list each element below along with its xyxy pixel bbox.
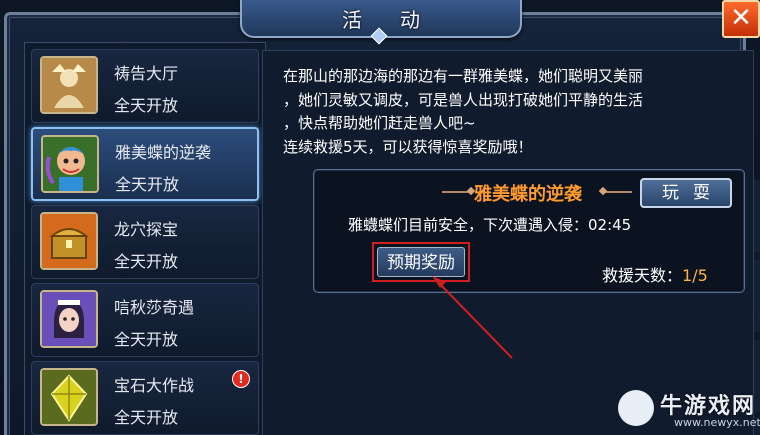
item-status: 全天开放 (114, 252, 179, 271)
notification-badge-icon: ! (232, 370, 250, 388)
event-title-group: 雅美蝶的逆袭 (442, 180, 632, 205)
activity-window: 活动 ✕ 祷告大厅 全天开放 雅美蝶的逆袭 全天开放 龙穴探宝 全天开放 唁秋莎… (0, 0, 760, 435)
prayer-hall-icon (40, 56, 98, 114)
item-name: 祷告大厅 (114, 64, 179, 83)
item-status: 全天开放 (114, 96, 179, 115)
treasure-chest-icon (40, 212, 98, 270)
expected-reward-highlight: 预期奖励 (372, 242, 470, 282)
list-item-dragon-lair[interactable]: 龙穴探宝 全天开放 (31, 205, 259, 279)
expected-reward-button[interactable]: 预期奖励 (377, 247, 465, 277)
activity-list: 祷告大厅 全天开放 雅美蝶的逆袭 全天开放 龙穴探宝 全天开放 唁秋莎奇遇 全天… (24, 42, 266, 435)
item-name: 龙穴探宝 (114, 220, 179, 239)
rescue-days-value: 1/5 (682, 266, 708, 285)
item-status: 全天开放 (115, 175, 180, 194)
title-ornament-icon (442, 191, 470, 193)
list-item-gem-battle[interactable]: 宝石大作战 全天开放 ! (31, 361, 259, 435)
activity-detail: 在那山的那边海的那边有一群雅美蝶，她们聪明又美丽 ，她们灵敏又调皮，可是兽人出现… (262, 50, 754, 435)
girl-portrait-icon (40, 290, 98, 348)
description-line: ，快点帮助她们赶走兽人吧~ (283, 114, 476, 132)
yameidie-icon (41, 135, 99, 193)
rescue-days: 救援天数：1/5 (602, 262, 708, 286)
gem-icon (40, 368, 98, 426)
description-line: 连续救援5天，可以获得惊喜奖励哦！ (283, 137, 533, 156)
list-item-qiusha[interactable]: 唁秋莎奇遇 全天开放 (31, 283, 259, 357)
cow-logo-icon (618, 390, 654, 426)
item-status: 全天开放 (114, 408, 179, 427)
event-status: 雅蠛蝶们目前安全，下次遭遇入侵：02:45 (348, 216, 632, 234)
close-button[interactable]: ✕ (722, 0, 760, 38)
description-line: ，她们灵敏又调皮，可是兽人出现打破她们平静的生活 (283, 90, 644, 109)
event-panel: 雅美蝶的逆袭 玩耍 雅蠛蝶们目前安全，下次遭遇入侵：02:45 预期奖励 救援天… (313, 169, 745, 293)
list-item-prayer-hall[interactable]: 祷告大厅 全天开放 (31, 49, 259, 123)
event-title: 雅美蝶的逆袭 (474, 184, 582, 205)
site-watermark: 牛游戏网 www.newyx.net (614, 384, 760, 435)
watermark-url: www.newyx.net (674, 416, 760, 429)
description-line: 在那山的那边海的那边有一群雅美蝶，她们聪明又美丽 (283, 67, 644, 85)
list-item-yameidie[interactable]: 雅美蝶的逆袭 全天开放 (31, 127, 259, 201)
item-name: 雅美蝶的逆袭 (115, 143, 212, 162)
item-status: 全天开放 (114, 330, 179, 349)
item-name: 唁秋莎奇遇 (114, 298, 195, 317)
item-name: 宝石大作战 (114, 376, 195, 395)
title-ornament-icon (604, 191, 632, 193)
event-description: 在那山的那边海的那边有一群雅美蝶，她们聪明又美丽 ，她们灵敏又调皮，可是兽人出现… (283, 65, 723, 159)
play-button[interactable]: 玩耍 (640, 178, 732, 208)
rescue-days-label: 救援天数： (602, 266, 683, 285)
